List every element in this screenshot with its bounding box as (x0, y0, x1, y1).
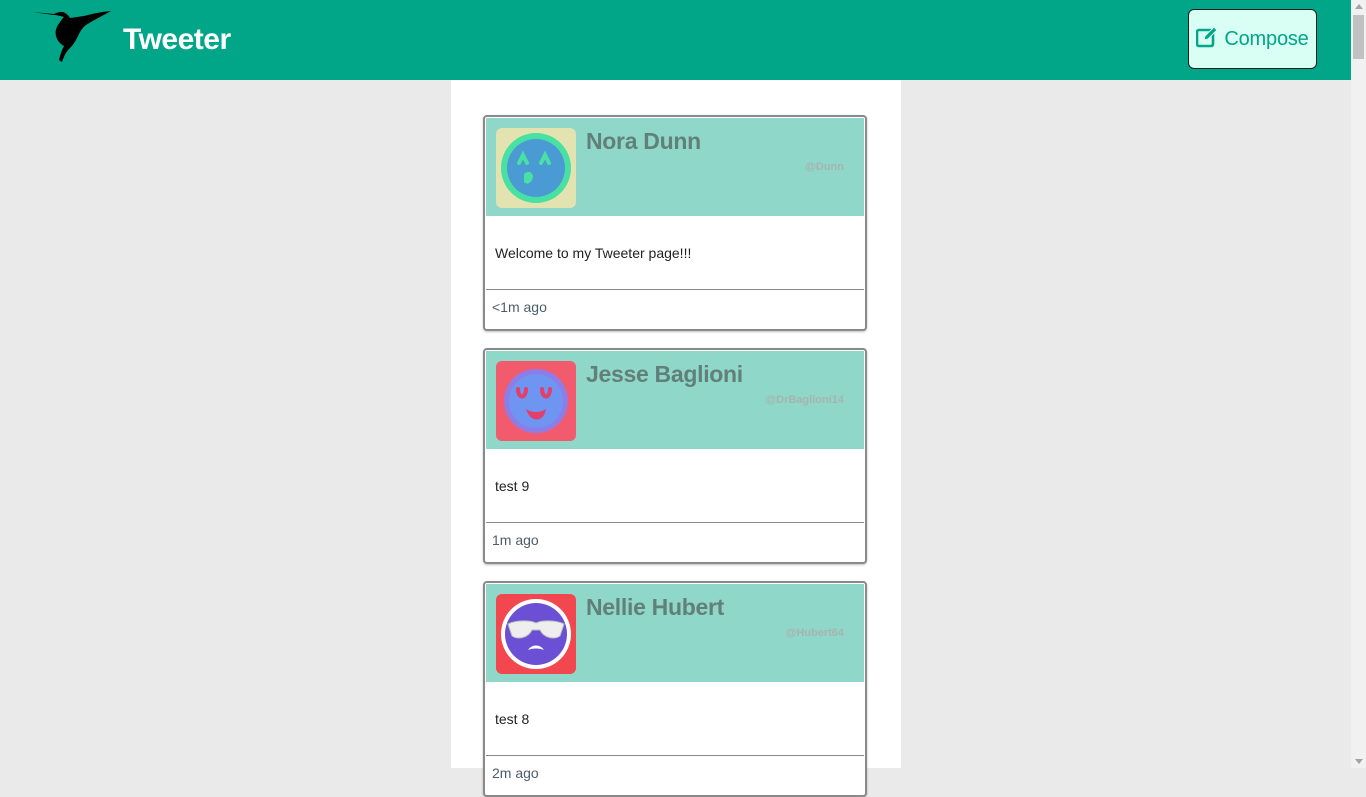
brand-title[interactable]: Tweeter (123, 21, 231, 59)
tweet-divider (486, 755, 864, 756)
tweet-divider (486, 522, 864, 523)
sunglasses-avatar-icon (496, 594, 576, 674)
tweet-author-name: Jesse Baglioni (586, 361, 743, 387)
emoji-avatar-icon (496, 361, 576, 441)
tweet-text: test 9 (495, 478, 530, 494)
emoji-avatar-icon (496, 128, 576, 208)
tweet-header: Nellie Hubert @Hubert64 (486, 584, 864, 682)
tweet-feed: Nora Dunn @Dunn Welcome to my Tweeter pa… (451, 80, 901, 797)
tweet-author-handle: @DrBaglioni14 (765, 394, 844, 406)
scrollbar-thumb[interactable] (1353, 15, 1364, 59)
scroll-up-arrow-icon[interactable] (1355, 4, 1363, 9)
tweet-card: Nora Dunn @Dunn Welcome to my Tweeter pa… (483, 115, 867, 331)
tweet-author-name: Nora Dunn (586, 128, 701, 154)
tweet-text: Welcome to my Tweeter page!!! (495, 245, 692, 261)
compose-label: Compose (1224, 27, 1309, 50)
tweet-header: Jesse Baglioni @DrBaglioni14 (486, 351, 864, 449)
top-nav: Tweeter Compose (0, 0, 1351, 80)
tweet-timestamp: <1m ago (492, 299, 547, 315)
compose-button[interactable]: Compose (1188, 9, 1317, 69)
vertical-scrollbar[interactable] (1351, 0, 1366, 768)
tweet-author-name: Nellie Hubert (586, 594, 724, 620)
edit-icon (1196, 26, 1219, 52)
tweet-card: Jesse Baglioni @DrBaglioni14 test 9 1m a… (483, 348, 867, 564)
tweet-divider (486, 289, 864, 290)
hummingbird-icon (32, 8, 112, 66)
tweet-timestamp: 2m ago (492, 765, 539, 781)
tweet-card: Nellie Hubert @Hubert64 test 8 2m ago (483, 581, 867, 797)
tweet-author-handle: @Hubert64 (785, 627, 844, 639)
tweet-author-handle: @Dunn (805, 161, 844, 173)
tweet-timestamp: 1m ago (492, 532, 539, 548)
tweet-text: test 8 (495, 711, 530, 727)
scroll-down-arrow-icon[interactable] (1355, 759, 1363, 764)
tweet-header: Nora Dunn @Dunn (486, 118, 864, 216)
